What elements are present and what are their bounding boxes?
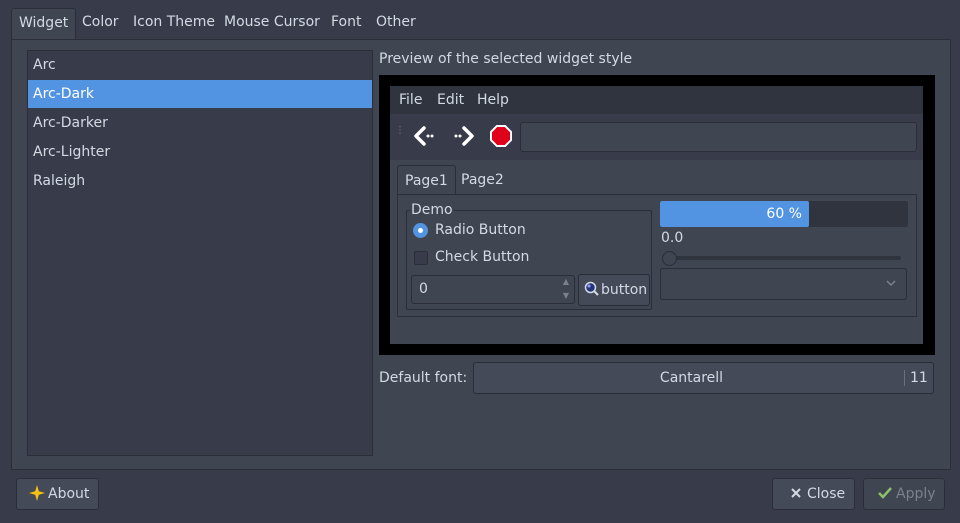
check-button[interactable] xyxy=(414,251,428,265)
sparkle-icon xyxy=(29,482,45,501)
forward-arrow-icon[interactable] xyxy=(450,123,476,149)
tab-color[interactable]: Color xyxy=(75,8,126,40)
scale-trough[interactable] xyxy=(669,256,901,260)
font-separator xyxy=(904,370,905,386)
font-chooser-button[interactable]: Cantarell 11 xyxy=(473,362,934,394)
spin-down-icon[interactable]: ▼ xyxy=(559,289,573,303)
demo-frame-label: Demo xyxy=(410,200,454,220)
toolbar-entry[interactable] xyxy=(520,122,917,152)
theme-list[interactable]: Arc Arc-Dark Arc-Darker Arc-Lighter Rale… xyxy=(27,50,373,456)
list-item[interactable]: Arc-Lighter xyxy=(28,138,372,166)
progress-text: 60 % xyxy=(766,206,802,222)
check-button-label[interactable]: Check Button xyxy=(435,247,529,267)
tab-mouse-cursor[interactable]: Mouse Cursor xyxy=(217,8,327,40)
tab-page1[interactable]: Page1 xyxy=(397,165,456,195)
tab-icon-theme[interactable]: Icon Theme xyxy=(126,8,222,40)
font-name: Cantarell xyxy=(659,370,724,386)
close-icon xyxy=(788,482,804,498)
spin-button-value[interactable]: 0 xyxy=(419,279,428,299)
close-button-label: Close xyxy=(807,486,846,502)
search-icon xyxy=(584,281,599,296)
about-button-label: About xyxy=(48,486,90,502)
tab-bar: Widget Color Icon Theme Mouse Cursor Fon… xyxy=(11,4,951,40)
chevron-down-icon[interactable] xyxy=(884,276,898,290)
menu-file[interactable]: File xyxy=(399,86,422,114)
about-button[interactable]: About xyxy=(16,478,99,510)
radio-button[interactable] xyxy=(413,223,428,238)
list-item[interactable]: Arc xyxy=(28,51,372,79)
apply-button[interactable]: Apply xyxy=(863,478,945,510)
font-size: 11 xyxy=(910,370,928,386)
preview-label: Preview of the selected widget style xyxy=(379,51,633,67)
checkmark-icon xyxy=(877,482,893,499)
toolbar-grip[interactable]: ⋮ xyxy=(395,126,405,144)
progress-bar: 60 % xyxy=(660,201,908,227)
scale-handle[interactable] xyxy=(662,251,677,266)
back-arrow-icon[interactable] xyxy=(412,123,438,149)
tab-font[interactable]: Font xyxy=(324,8,368,40)
menu-edit[interactable]: Edit xyxy=(437,86,464,114)
radio-button-label[interactable]: Radio Button xyxy=(435,220,526,240)
preview-menubar: File Edit Help xyxy=(390,86,923,114)
tab-page2[interactable]: Page2 xyxy=(454,165,511,195)
scale-value: 0.0 xyxy=(661,230,684,246)
close-button[interactable]: Close xyxy=(772,478,855,510)
tab-widget[interactable]: Widget xyxy=(11,8,77,40)
list-item[interactable]: Arc-Darker xyxy=(28,109,372,137)
spin-up-icon[interactable]: ▲ xyxy=(559,275,573,289)
default-font-label: Default font: xyxy=(379,370,468,386)
list-item[interactable]: Raleigh xyxy=(28,167,372,195)
demo-button-label: button xyxy=(601,282,648,298)
apply-button-label: Apply xyxy=(896,486,936,502)
tab-other[interactable]: Other xyxy=(369,8,423,40)
spin-button[interactable] xyxy=(411,275,575,304)
combo-box[interactable] xyxy=(660,268,907,300)
menu-help[interactable]: Help xyxy=(477,86,509,114)
stop-icon[interactable] xyxy=(488,123,514,149)
list-item-selected[interactable]: Arc-Dark xyxy=(28,80,372,108)
